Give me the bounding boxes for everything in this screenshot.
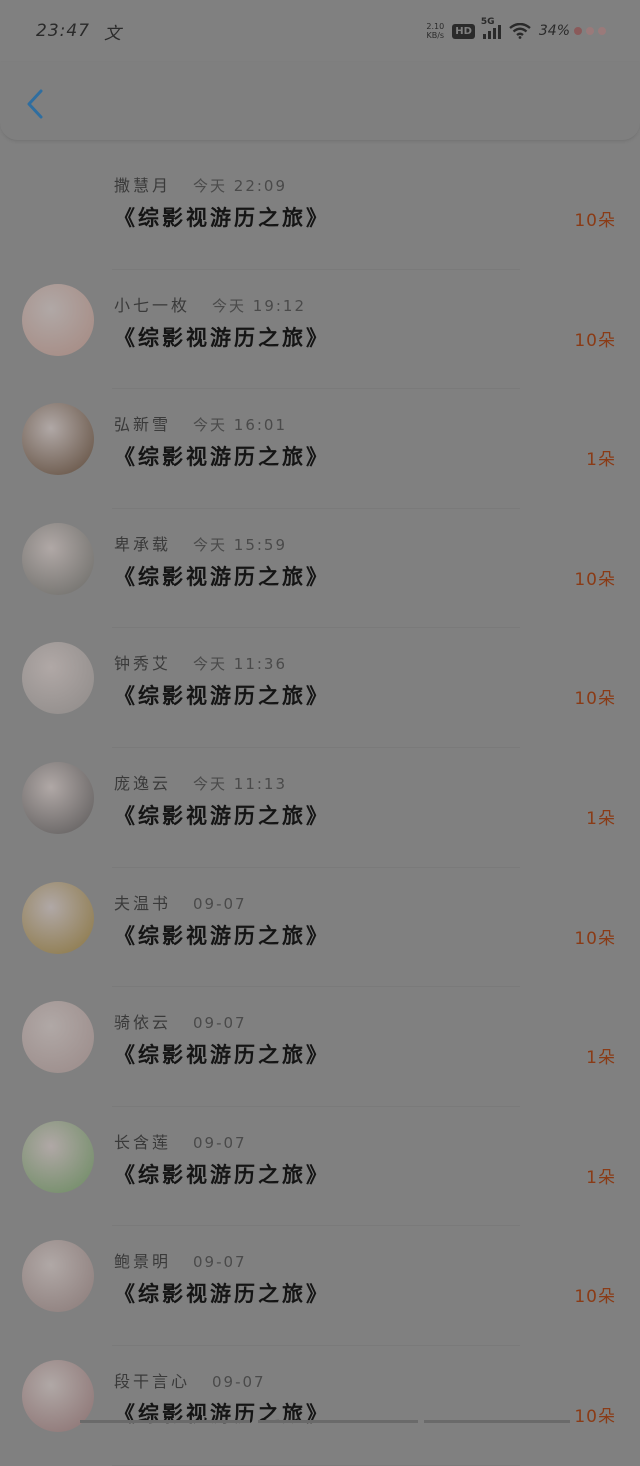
book-title[interactable]: 《综影视游历之旅》 <box>114 561 330 591</box>
username[interactable]: 卑承载 <box>114 535 171 554</box>
username[interactable]: 撒慧月 <box>114 176 171 195</box>
clock: 23:47 <box>36 21 90 41</box>
book-title[interactable]: 《综影视游历之旅》 <box>114 800 330 830</box>
battery-icon <box>574 27 582 35</box>
meta-line: 撒慧月 今天 22:09 <box>114 172 287 196</box>
gift-amount: 1朵 <box>586 808 616 829</box>
wifi-icon <box>509 23 531 39</box>
net-speed-unit: KB/s <box>426 31 445 40</box>
net-speed-value: 2.10 <box>426 22 445 31</box>
battery-icon-2 <box>586 27 594 35</box>
book-title[interactable]: 《综影视游历之旅》 <box>114 202 330 232</box>
timestamp: 09-07 <box>193 1133 247 1152</box>
gift-list: 撒慧月 今天 22:09 《综影视游历之旅》 10朵 小七一枚 今天 19:12 《综影视游… <box>0 150 640 1466</box>
list-item[interactable]: 弘新雪 今天 16:01 《综影视游历之旅》 1朵 <box>0 389 640 509</box>
list-item[interactable]: 撒慧月 今天 22:09 《综影视游历之旅》 10朵 <box>0 150 640 270</box>
status-extra: 文 <box>104 23 122 44</box>
book-title[interactable]: 《综影视游历之旅》 <box>114 920 330 950</box>
gift-amount: 1朵 <box>586 1048 616 1069</box>
meta-line: 夫温书 09-07 <box>114 890 247 914</box>
status-left: 23:47 文 <box>36 19 122 44</box>
timestamp: 今天 11:36 <box>193 655 288 674</box>
list-item[interactable]: 骑依云 09-07 《综影视游历之旅》 1朵 <box>0 987 640 1107</box>
avatar[interactable] <box>22 881 94 954</box>
timestamp: 今天 19:12 <box>212 296 307 315</box>
username[interactable]: 鲍景明 <box>114 1252 171 1271</box>
meta-line: 长含莲 09-07 <box>114 1129 247 1153</box>
username[interactable]: 段干言心 <box>114 1372 190 1391</box>
battery-indicator: 34% <box>539 23 606 39</box>
avatar[interactable] <box>22 1240 94 1313</box>
username[interactable]: 夫温书 <box>114 894 171 913</box>
meta-line: 小七一枚 今天 19:12 <box>114 292 306 316</box>
username[interactable]: 庞逸云 <box>114 774 171 793</box>
meta-line: 弘新雪 今天 16:01 <box>114 411 287 435</box>
book-title[interactable]: 《综影视游历之旅》 <box>114 322 330 352</box>
list-item[interactable]: 长含莲 09-07 《综影视游历之旅》 1朵 <box>0 1107 640 1227</box>
timestamp: 09-07 <box>193 1253 247 1272</box>
book-title[interactable]: 《综影视游历之旅》 <box>114 441 330 471</box>
list-item[interactable]: 夫温书 09-07 《综影视游历之旅》 10朵 <box>0 868 640 988</box>
avatar[interactable] <box>22 642 94 715</box>
avatar[interactable] <box>22 522 94 595</box>
back-button[interactable] <box>18 84 52 124</box>
list-item[interactable]: 段干言心 09-07 《综影视游历之旅》 10朵 <box>0 1346 640 1466</box>
status-bar: 23:47 文 2.10 KB/s HD 5G 34% <box>0 0 640 62</box>
battery-icon-3 <box>598 27 606 35</box>
gift-amount: 1朵 <box>586 450 616 471</box>
chevron-left-icon <box>27 89 43 119</box>
gift-amount: 10朵 <box>574 330 616 351</box>
list-item[interactable]: 钟秀艾 今天 11:36 《综影视游历之旅》 10朵 <box>0 628 640 748</box>
list-item[interactable]: 小七一枚 今天 19:12 《综影视游历之旅》 10朵 <box>0 270 640 390</box>
meta-line: 庞逸云 今天 11:13 <box>114 770 287 794</box>
book-title[interactable]: 《综影视游历之旅》 <box>114 1398 330 1428</box>
avatar[interactable] <box>22 283 94 356</box>
gift-amount: 10朵 <box>574 689 616 710</box>
gift-amount: 10朵 <box>574 1287 616 1308</box>
meta-line: 钟秀艾 今天 11:36 <box>114 650 287 674</box>
book-title[interactable]: 《综影视游历之旅》 <box>114 1159 330 1189</box>
timestamp: 09-07 <box>212 1372 266 1391</box>
gift-amount: 10朵 <box>574 211 616 231</box>
gift-amount: 10朵 <box>574 928 616 949</box>
list-item[interactable]: 卑承载 今天 15:59 《综影视游历之旅》 10朵 <box>0 509 640 629</box>
timestamp: 今天 22:09 <box>193 177 288 195</box>
avatar[interactable] <box>22 164 94 236</box>
timestamp: 09-07 <box>193 894 247 913</box>
hd-badge: HD <box>452 23 475 39</box>
timestamp: 今天 11:13 <box>193 774 288 793</box>
network-type: 5G <box>480 17 495 27</box>
username[interactable]: 骑依云 <box>114 1013 171 1032</box>
list-item[interactable]: 庞逸云 今天 11:13 《综影视游历之旅》 1朵 <box>0 748 640 868</box>
gift-amount: 1朵 <box>586 1167 616 1188</box>
book-title[interactable]: 《综影视游历之旅》 <box>114 680 330 710</box>
list-item[interactable]: 鲍景明 09-07 《综影视游历之旅》 10朵 <box>0 1226 640 1346</box>
username[interactable]: 长含莲 <box>114 1133 171 1152</box>
top-nav <box>0 62 640 141</box>
avatar[interactable] <box>22 1120 94 1193</box>
divider <box>112 1464 520 1466</box>
gift-amount: 10朵 <box>574 569 616 590</box>
timestamp: 09-07 <box>193 1014 247 1033</box>
status-right: 2.10 KB/s HD 5G 34% <box>426 17 606 40</box>
meta-line: 卑承载 今天 15:59 <box>114 531 287 555</box>
username[interactable]: 弘新雪 <box>114 415 171 434</box>
meta-line: 段干言心 09-07 <box>114 1368 266 1392</box>
net-speed: 2.10 KB/s <box>426 22 444 40</box>
gift-amount: 10朵 <box>574 1406 616 1427</box>
username[interactable]: 钟秀艾 <box>114 654 171 673</box>
battery-percent: 34% <box>538 23 570 39</box>
avatar[interactable] <box>22 403 94 476</box>
username[interactable]: 小七一枚 <box>114 296 190 315</box>
meta-line: 鲍景明 09-07 <box>114 1248 247 1272</box>
avatar[interactable] <box>22 1001 94 1074</box>
timestamp: 今天 16:01 <box>193 416 288 435</box>
meta-line: 骑依云 09-07 <box>114 1009 247 1033</box>
book-title[interactable]: 《综影视游历之旅》 <box>114 1039 330 1069</box>
avatar[interactable] <box>22 761 94 834</box>
book-title[interactable]: 《综影视游历之旅》 <box>114 1278 330 1308</box>
timestamp: 今天 15:59 <box>193 535 288 554</box>
signal-icon: 5G <box>481 17 501 39</box>
